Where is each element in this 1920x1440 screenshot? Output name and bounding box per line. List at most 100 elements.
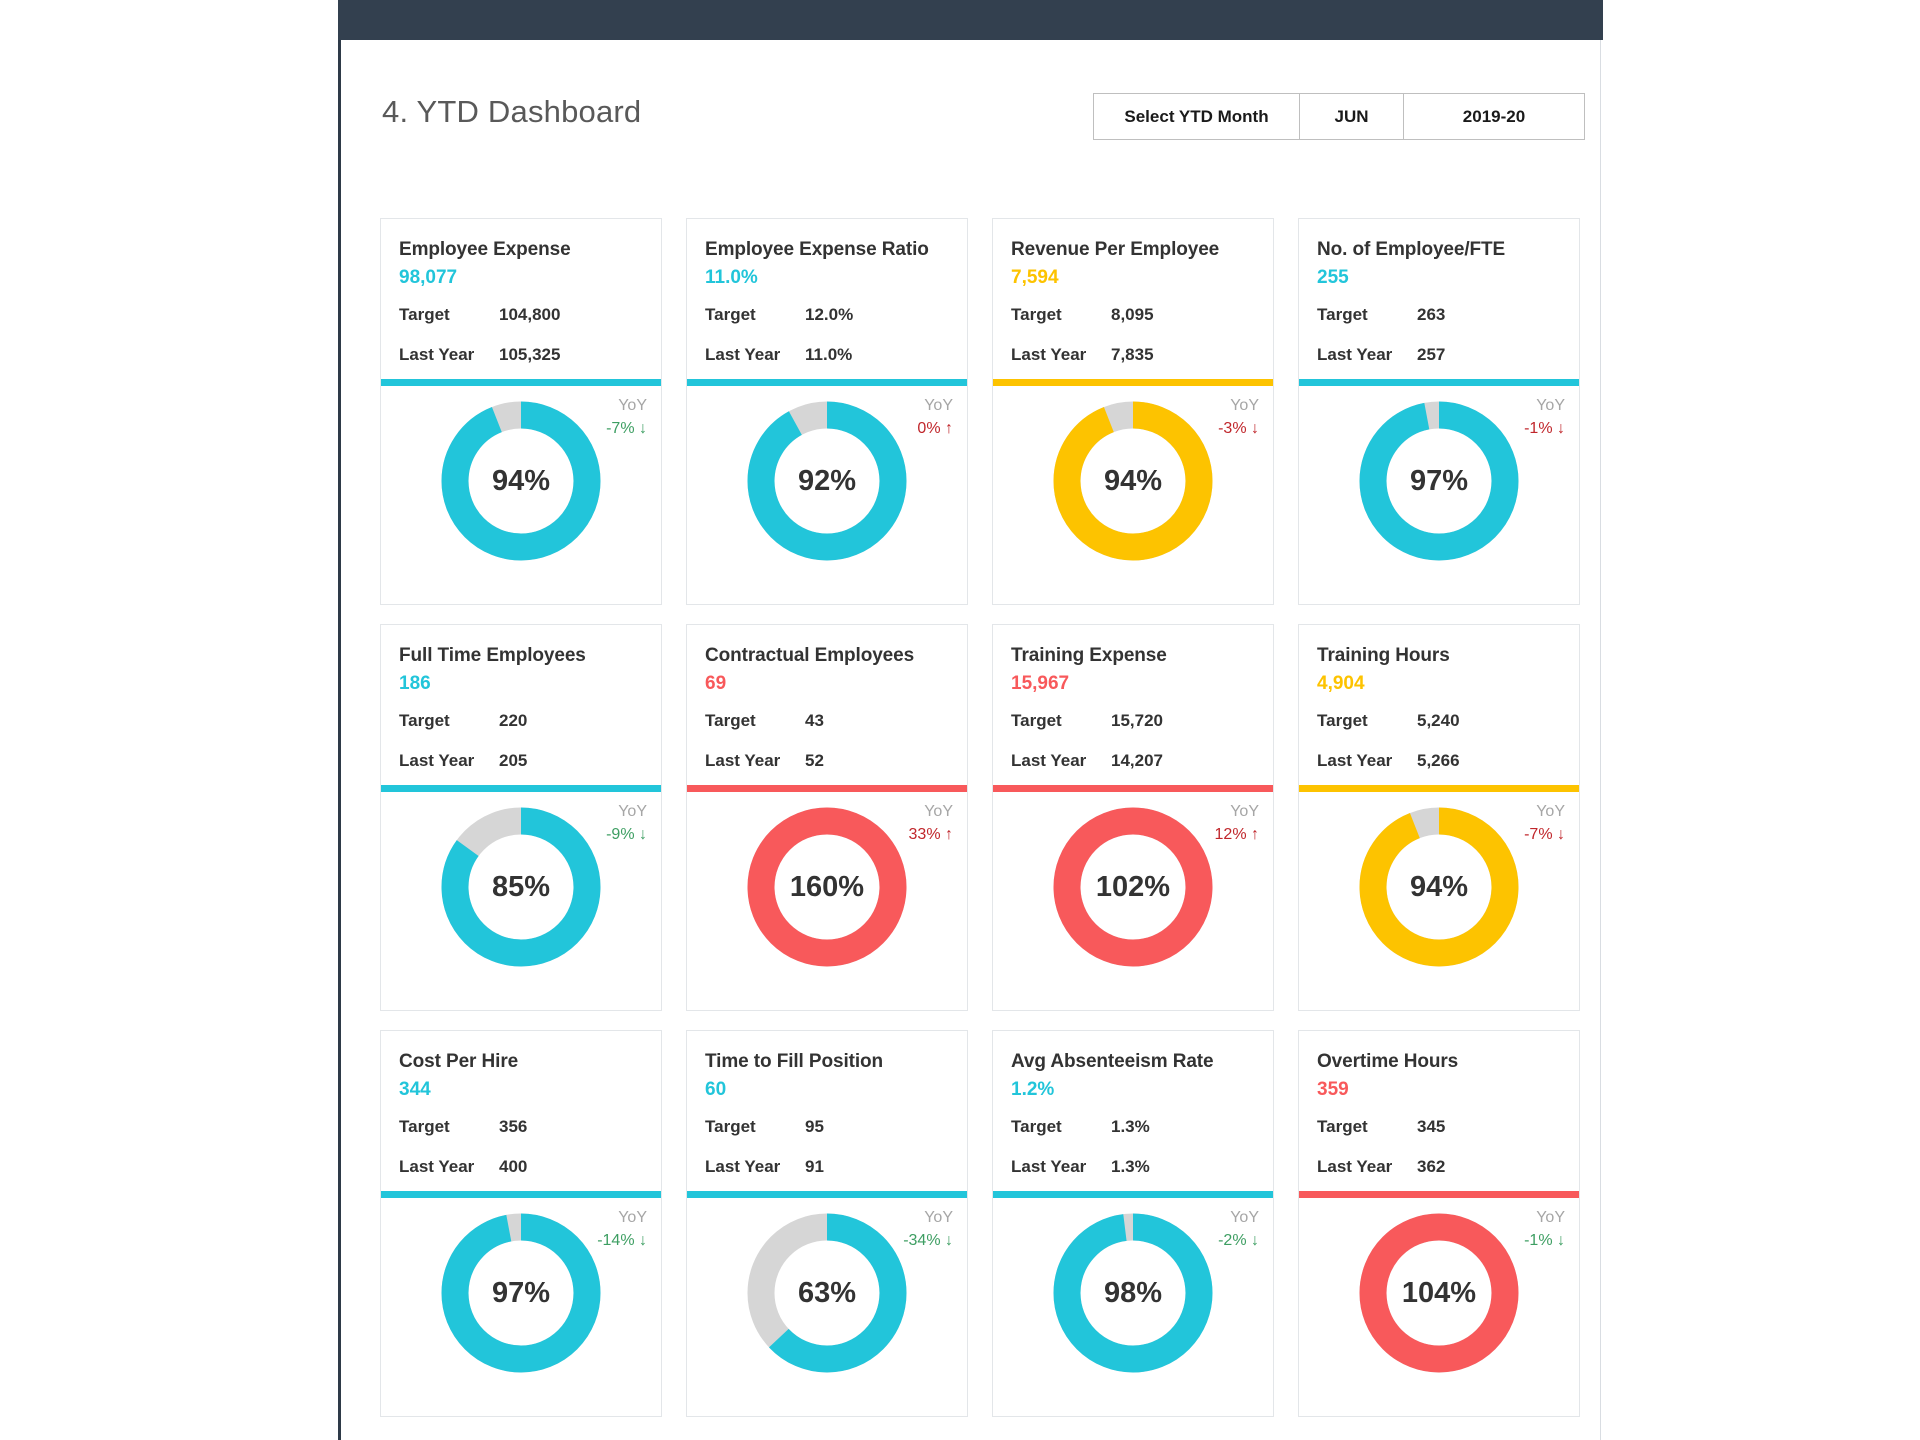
kpi-target-row: Target 15,720: [1011, 701, 1255, 741]
kpi-status-accent-bar: [993, 1191, 1273, 1198]
kpi-lastyear-row: Last Year 7,835: [1011, 335, 1255, 375]
kpi-target-row-label: Target: [1011, 711, 1062, 730]
kpi-donut-gauge: 94%: [1044, 392, 1222, 570]
kpi-actual-value: 11.0%: [705, 267, 758, 288]
kpi-title: Employee Expense: [399, 239, 571, 260]
kpi-lastyear-row-label: Last Year: [705, 1157, 781, 1176]
kpi-title: Cost Per Hire: [399, 1051, 519, 1072]
kpi-lastyear-row: Last Year 11.0%: [705, 335, 949, 375]
kpi-lastyear-row-label: Last Year: [1011, 345, 1087, 364]
kpi-target-row-label: Target: [705, 711, 756, 730]
kpi-target-value: 220: [499, 711, 528, 730]
kpi-donut-area: YoY -14% ↓ 97%: [381, 1198, 661, 1416]
kpi-card-header: Employee Expense 98,077 Target 104,800 Last …: [381, 219, 661, 375]
kpi-title: Training Hours: [1317, 645, 1450, 666]
kpi-target-row: Target 104,800: [399, 295, 643, 335]
kpi-card-header: No. of Employee/FTE 255 Target 263 Last Year…: [1299, 219, 1579, 375]
kpi-donut-gauge: 63%: [738, 1204, 916, 1382]
kpi-actual-value: 15,967: [1011, 673, 1070, 694]
kpi-lastyear-value: 11.0%: [805, 345, 853, 364]
kpi-card: Training Expense 15,967 Target 15,720 Last Y…: [992, 624, 1274, 1011]
kpi-card: Avg Absenteeism Rate 1.2% Target 1.3% Last Y…: [992, 1030, 1274, 1417]
kpi-lastyear-value: 400: [499, 1157, 528, 1176]
kpi-target-value: 345: [1417, 1117, 1446, 1136]
kpi-target-value: 95: [805, 1117, 824, 1136]
kpi-donut-area: YoY -34% ↓ 63%: [687, 1198, 967, 1416]
kpi-actual-value: 1.2%: [1011, 1079, 1055, 1100]
kpi-card: Training Hours 4,904 Target 5,240 Last Year 5…: [1298, 624, 1580, 1011]
kpi-target-row: Target 1.3%: [1011, 1107, 1255, 1147]
kpi-lastyear-row-label: Last Year: [1317, 1157, 1393, 1176]
kpi-donut-gauge: 85%: [432, 798, 610, 976]
kpi-actual-value: 344: [399, 1079, 431, 1100]
kpi-lastyear-row-label: Last Year: [705, 751, 781, 770]
kpi-target-value: 8,095: [1111, 305, 1154, 324]
selector-month-value[interactable]: JUN: [1300, 94, 1404, 139]
kpi-donut-area: YoY -3% ↓ 94%: [993, 386, 1273, 604]
right-border-rule: [1600, 40, 1601, 1440]
kpi-lastyear-row-label: Last Year: [399, 751, 475, 770]
kpi-target-row: Target 356: [399, 1107, 643, 1147]
kpi-lastyear-row: Last Year 52: [705, 741, 949, 781]
kpi-donut-area: YoY 12% ↑ 102%: [993, 792, 1273, 1010]
page-title: 4. YTD Dashboard: [382, 94, 642, 129]
kpi-target-value: 104,800: [499, 305, 561, 324]
kpi-card: Employee Expense Ratio 11.0% Target 12.0% La…: [686, 218, 968, 605]
kpi-target-row-label: Target: [399, 305, 450, 324]
kpi-title: Overtime Hours: [1317, 1051, 1459, 1072]
kpi-title: Full Time Employees: [399, 645, 586, 666]
kpi-card-header: Employee Expense Ratio 11.0% Target 12.0% La…: [687, 219, 967, 375]
kpi-actual-value: 4,904: [1317, 673, 1365, 694]
window-titlebar: [338, 0, 1603, 40]
kpi-lastyear-row-label: Last Year: [1011, 1157, 1087, 1176]
selector-year-value[interactable]: 2019-20: [1404, 94, 1584, 139]
kpi-target-row-label: Target: [1011, 1117, 1062, 1136]
kpi-actual-value: 60: [705, 1079, 727, 1100]
kpi-target-value: 12.0%: [805, 305, 854, 324]
kpi-target-row-label: Target: [1317, 711, 1368, 730]
kpi-card-header: Cost Per Hire 344 Target 356 Last Year 400: [381, 1031, 661, 1187]
kpi-card-header: Training Expense 15,967 Target 15,720 Last Y…: [993, 625, 1273, 781]
kpi-lastyear-value: 205: [499, 751, 528, 770]
kpi-donut-area: YoY -2% ↓ 98%: [993, 1198, 1273, 1416]
kpi-status-accent-bar: [1299, 785, 1579, 792]
kpi-actual-value: 69: [705, 673, 727, 694]
kpi-donut-gauge: 102%: [1044, 798, 1222, 976]
kpi-card-header: Full Time Employees 186 Target 220 Last Year…: [381, 625, 661, 781]
kpi-donut-area: YoY -7% ↓ 94%: [1299, 792, 1579, 1010]
kpi-donut-area: YoY 33% ↑ 160%: [687, 792, 967, 1010]
kpi-card-header: Avg Absenteeism Rate 1.2% Target 1.3% Last Y…: [993, 1031, 1273, 1187]
kpi-target-row-label: Target: [1011, 305, 1062, 324]
kpi-card: Full Time Employees 186 Target 220 Last Year…: [380, 624, 662, 1011]
kpi-donut-gauge: 97%: [1350, 392, 1528, 570]
kpi-actual-value: 186: [399, 673, 431, 694]
kpi-lastyear-value: 52: [805, 751, 824, 770]
kpi-lastyear-row: Last Year 14,207: [1011, 741, 1255, 781]
kpi-target-row-label: Target: [399, 711, 450, 730]
kpi-lastyear-row-label: Last Year: [1011, 751, 1087, 770]
kpi-lastyear-row-label: Last Year: [399, 1157, 475, 1176]
kpi-status-accent-bar: [993, 785, 1273, 792]
kpi-lastyear-row: Last Year 205: [399, 741, 643, 781]
kpi-target-value: 15,720: [1111, 711, 1163, 730]
kpi-target-row: Target 43: [705, 701, 949, 741]
kpi-card: Employee Expense 98,077 Target 104,800 Last …: [380, 218, 662, 605]
kpi-actual-value: 7,594: [1011, 267, 1059, 288]
kpi-status-accent-bar: [687, 785, 967, 792]
kpi-donut-gauge: 94%: [1350, 798, 1528, 976]
kpi-target-row-label: Target: [705, 305, 756, 324]
kpi-lastyear-row-label: Last Year: [705, 345, 781, 364]
kpi-lastyear-value: 91: [805, 1157, 824, 1176]
kpi-lastyear-row: Last Year 105,325: [399, 335, 643, 375]
ytd-month-selector[interactable]: Select YTD Month JUN 2019-20: [1093, 93, 1585, 140]
kpi-card-header: Contractual Employees 69 Target 43 Last Year…: [687, 625, 967, 781]
kpi-status-accent-bar: [381, 1191, 661, 1198]
kpi-target-row: Target 8,095: [1011, 295, 1255, 335]
kpi-donut-gauge: 94%: [432, 392, 610, 570]
selector-label: Select YTD Month: [1094, 94, 1300, 139]
kpi-actual-value: 98,077: [399, 267, 458, 288]
kpi-target-value: 1.3%: [1111, 1117, 1150, 1136]
kpi-lastyear-value: 105,325: [499, 345, 561, 364]
kpi-lastyear-row: Last Year 257: [1317, 335, 1561, 375]
kpi-title: Training Expense: [1011, 645, 1167, 666]
